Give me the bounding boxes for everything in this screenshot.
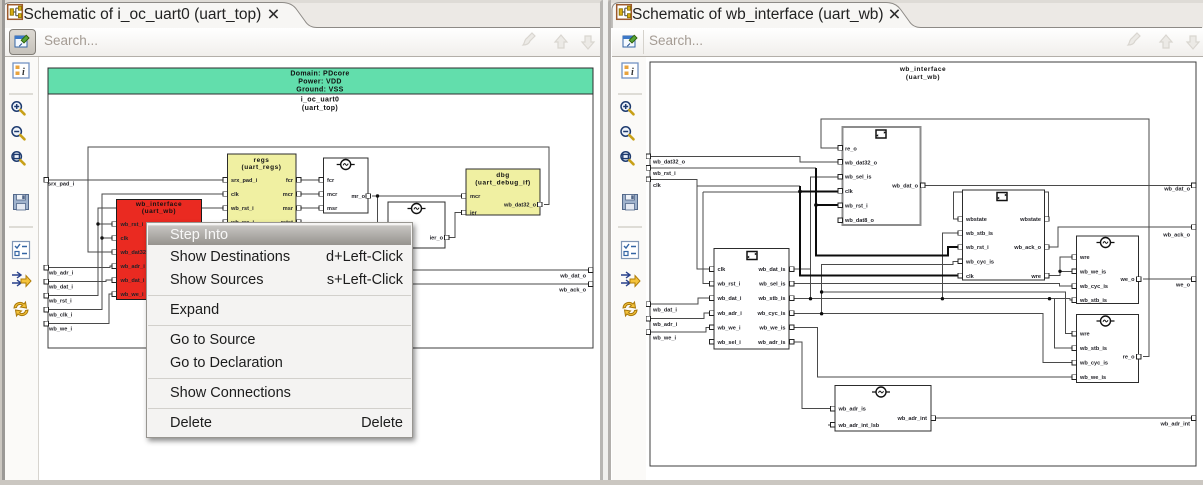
svg-text:wb_dat_o: wb_dat_o — [891, 184, 918, 190]
svg-text:wb_cyc_is: wb_cyc_is — [1079, 361, 1108, 367]
svg-text:wb_sel_i: wb_sel_i — [717, 340, 742, 346]
svg-text:wb_dat_i: wb_dat_i — [652, 308, 677, 314]
svg-text:Power: VDD: Power: VDD — [298, 79, 342, 86]
svg-text:srx_pad_i: srx_pad_i — [231, 178, 258, 184]
svg-text:wb_we_is: wb_we_is — [1079, 270, 1106, 276]
svg-text:i: i — [22, 67, 25, 78]
svg-text:(uart_wb): (uart_wb) — [142, 208, 176, 215]
svg-text:wb_we_i: wb_we_i — [717, 326, 741, 332]
svg-text:msr: msr — [327, 206, 338, 212]
svg-text:msr: msr — [283, 206, 294, 212]
svg-text:wb_adr_int: wb_adr_int — [896, 416, 927, 422]
svg-text:we_o: we_o — [1120, 277, 1136, 283]
svg-text:clk: clk — [845, 189, 854, 195]
svg-text:wre: wre — [1079, 255, 1090, 261]
svg-text:wb_cyc_is: wb_cyc_is — [1079, 284, 1108, 290]
svg-text:re_o: re_o — [845, 147, 857, 153]
svg-text:wb_stb_is: wb_stb_is — [1079, 298, 1107, 304]
svg-text:wb_sel_is: wb_sel_is — [758, 282, 785, 288]
svg-text:clk: clk — [121, 236, 130, 242]
svg-text:wb_ack_o: wb_ack_o — [1162, 233, 1190, 239]
svg-text:wb_adr_int: wb_adr_int — [1159, 422, 1190, 428]
svg-text:wb_we_i: wb_we_i — [652, 336, 676, 342]
svg-text:dbg: dbg — [496, 172, 510, 179]
svg-text:wb_we_i: wb_we_i — [48, 327, 72, 333]
svg-text:wbstate: wbstate — [1019, 217, 1041, 223]
svg-text:wb_adr_is: wb_adr_is — [838, 407, 866, 413]
svg-text:ier_o: ier_o — [430, 236, 444, 242]
svg-text:wb_rst_i: wb_rst_i — [717, 282, 741, 288]
svg-text:wb_dat32_o: wb_dat32_o — [844, 160, 878, 166]
svg-text:wre: wre — [1030, 274, 1041, 280]
svg-text:Schematic of wb_interface (uar: Schematic of wb_interface (uart_wb) — [632, 6, 884, 23]
svg-text:clk: clk — [653, 183, 662, 189]
svg-text:Ground: VSS: Ground: VSS — [296, 87, 343, 94]
svg-text:Schematic of i_oc_uart0 (uart_: Schematic of i_oc_uart0 (uart_top) — [24, 6, 262, 23]
svg-text:(uart_top): (uart_top) — [302, 105, 338, 112]
svg-text:wb_rst_i: wb_rst_i — [230, 206, 254, 212]
svg-text:wb_stb_is: wb_stb_is — [1079, 346, 1107, 352]
svg-text:wb_ack_o: wb_ack_o — [1013, 245, 1041, 251]
svg-text:i_oc_uart0: i_oc_uart0 — [301, 97, 340, 104]
svg-text:wre: wre — [1079, 332, 1090, 338]
svg-text:wbstate: wbstate — [965, 217, 987, 223]
svg-text:(uart_wb): (uart_wb) — [906, 74, 940, 81]
svg-text:we_o: we_o — [1175, 283, 1191, 289]
svg-text:mcr: mcr — [470, 194, 481, 200]
svg-text:(uart_regs): (uart_regs) — [241, 164, 281, 171]
svg-text:wb_adr_is: wb_adr_is — [757, 340, 785, 346]
svg-text:mr_o: mr_o — [351, 194, 365, 200]
svg-text:wb_we_is: wb_we_is — [1079, 375, 1106, 381]
svg-text:i: i — [631, 67, 634, 78]
svg-text:clk: clk — [718, 267, 727, 273]
svg-text:clk: clk — [966, 274, 975, 280]
svg-text:wb_dat_i: wb_dat_i — [48, 285, 73, 291]
svg-text:wb_dat_i: wb_dat_i — [120, 278, 145, 284]
svg-text:fcr: fcr — [327, 178, 335, 184]
svg-text:mcr: mcr — [327, 192, 338, 198]
svg-text:clk: clk — [231, 192, 240, 198]
svg-text:mcr: mcr — [283, 192, 294, 198]
svg-text:wb_we_i: wb_we_i — [120, 292, 144, 298]
svg-text:wb_stb_is: wb_stb_is — [965, 231, 993, 237]
svg-text:wb_adr_i: wb_adr_i — [120, 264, 146, 270]
svg-text:wb_dat_o: wb_dat_o — [559, 274, 586, 280]
svg-text:wb_rst_i: wb_rst_i — [965, 245, 989, 251]
svg-text:wb_adr_i: wb_adr_i — [652, 322, 678, 328]
svg-text:wb_dat_o: wb_dat_o — [1163, 187, 1190, 193]
svg-text:wb_interface: wb_interface — [899, 66, 946, 73]
svg-text:wb_ack_o: wb_ack_o — [558, 288, 586, 294]
svg-text:wb_rst_i: wb_rst_i — [844, 203, 868, 209]
svg-text:wb_dat32_o: wb_dat32_o — [652, 160, 686, 166]
svg-text:wb_cyc_is: wb_cyc_is — [965, 260, 994, 266]
svg-text:wb_dat8_o: wb_dat8_o — [844, 218, 874, 224]
svg-text:wb_rst_i: wb_rst_i — [120, 222, 144, 228]
svg-text:wb_sel_is: wb_sel_is — [844, 175, 871, 181]
svg-text:re_o: re_o — [1123, 355, 1135, 361]
svg-text:wb_dat32_o: wb_dat32_o — [503, 203, 537, 209]
svg-text:wb_rst_i: wb_rst_i — [48, 299, 72, 305]
svg-text:srx_pad_i: srx_pad_i — [48, 182, 75, 188]
svg-text:wb_adr_i: wb_adr_i — [48, 271, 74, 277]
svg-text:wb_stb_is: wb_stb_is — [757, 296, 785, 302]
svg-text:wb_dat_i: wb_dat_i — [717, 296, 742, 302]
svg-text:fcr: fcr — [286, 178, 294, 184]
svg-text:wb_clk_i: wb_clk_i — [48, 313, 73, 319]
svg-text:wb_rst_i: wb_rst_i — [652, 171, 676, 177]
svg-text:ier: ier — [470, 211, 478, 217]
svg-text:wb_adr_int_lsb: wb_adr_int_lsb — [838, 423, 880, 429]
svg-text:Domain: PDcore: Domain: PDcore — [290, 71, 349, 78]
svg-text:(uart_debug_if): (uart_debug_if) — [475, 180, 531, 187]
svg-text:wb_dat_is: wb_dat_is — [757, 267, 785, 273]
svg-text:wb_adr_i: wb_adr_i — [717, 311, 743, 317]
svg-text:wb_we_is: wb_we_is — [758, 326, 785, 332]
svg-text:wb_cyc_is: wb_cyc_is — [757, 311, 786, 317]
